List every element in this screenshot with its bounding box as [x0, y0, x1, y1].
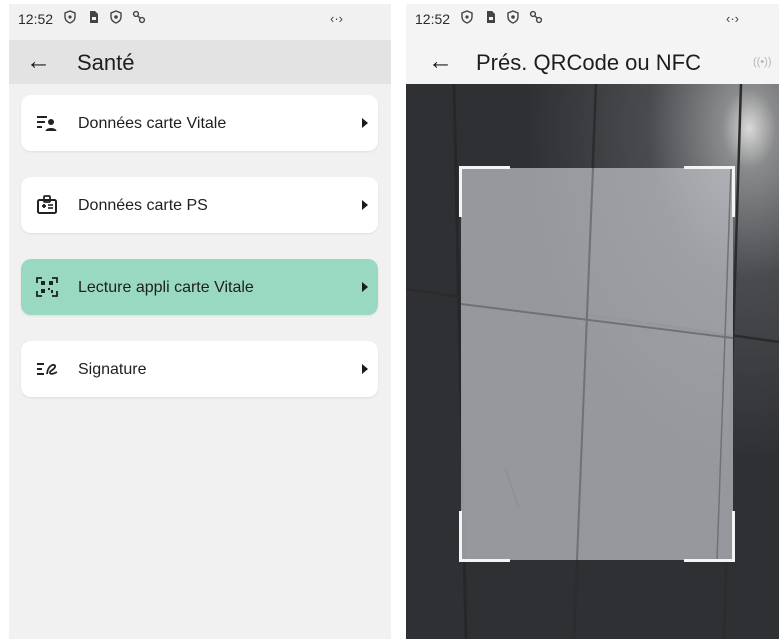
person-list-icon [36, 113, 58, 133]
menu-item-lecture-appli-carte-vitale[interactable]: Lecture appli carte Vitale [21, 259, 378, 315]
page-title: Santé [77, 50, 135, 75]
menu-item-label: Signature [78, 361, 147, 378]
scan-surface-lines [461, 168, 733, 560]
sim-card-icon [86, 10, 100, 24]
sante-screen: 12:52 ‹·› ← Santé Données carte Vitale D… [9, 4, 391, 639]
shield-badge-icon [63, 10, 77, 24]
status-bar: 12:52 ‹·› [406, 4, 779, 40]
scan-frame [459, 166, 735, 562]
status-time: 12:52 [415, 11, 451, 27]
shield-icon [506, 10, 520, 24]
status-icons [460, 10, 543, 24]
scan-corner-top-left [459, 166, 510, 217]
id-card-icon [36, 195, 58, 215]
scan-corner-bottom-left [459, 511, 510, 562]
chevron-right-icon [362, 200, 368, 210]
sim-card-icon [483, 10, 497, 24]
percent-link-icon [529, 10, 543, 24]
percent-link-icon [132, 10, 146, 24]
menu-item-donnees-carte-ps[interactable]: Données carte PS [21, 177, 378, 233]
chevron-right-icon [362, 364, 368, 374]
back-arrow-icon[interactable]: ← [26, 46, 51, 76]
chevron-right-icon [362, 118, 368, 128]
menu-item-label: Données carte Vitale [78, 115, 227, 132]
menu-item-label: Données carte PS [78, 197, 208, 214]
camera-preview [406, 84, 779, 639]
link-arrows-icon: ‹·› [330, 11, 343, 26]
shield-badge-icon [460, 10, 474, 24]
status-bar: 12:52 ‹·› [9, 4, 391, 32]
menu-item-signature[interactable]: Signature [21, 341, 378, 397]
scan-corner-bottom-right [684, 511, 735, 562]
status-icons [63, 10, 146, 24]
shield-icon [109, 10, 123, 24]
signature-icon [36, 359, 58, 379]
back-arrow-icon[interactable]: ← [428, 46, 453, 76]
qr-code-icon [36, 277, 58, 297]
scan-corner-top-right [684, 166, 735, 217]
link-arrows-icon: ‹·› [726, 11, 739, 26]
menu-item-donnees-carte-vitale[interactable]: Données carte Vitale [21, 95, 378, 151]
menu-item-label: Lecture appli carte Vitale [78, 279, 254, 296]
chevron-right-icon [362, 282, 368, 292]
qrcode-nfc-screen: 12:52 ‹·› ← Prés. QRCode ou NFC ((•)) [406, 4, 779, 639]
app-bar: ← Prés. QRCode ou NFC ((•)) [406, 40, 779, 84]
page-title: Prés. QRCode ou NFC [476, 50, 701, 75]
app-bar: ← Santé [9, 40, 391, 84]
status-time: 12:52 [18, 11, 54, 27]
nfc-icon[interactable]: ((•)) [753, 56, 772, 68]
